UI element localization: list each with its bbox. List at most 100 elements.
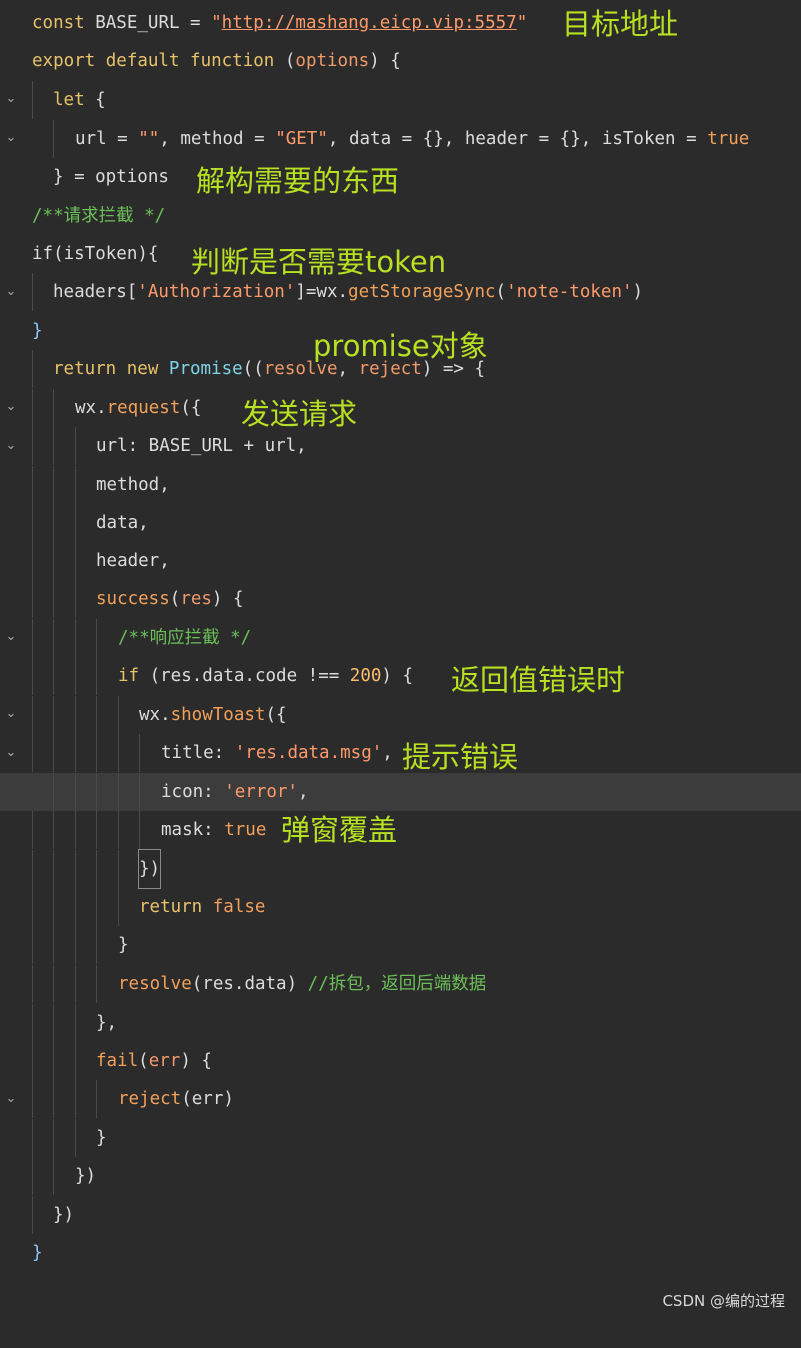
code-text: }): [75, 1166, 97, 1186]
indent-guide: [53, 580, 54, 618]
code-text: }): [53, 1205, 75, 1225]
code-editor[interactable]: const BASE_URL = "http://mashang.eicp.vi…: [0, 0, 801, 1319]
string: 'Authorization': [137, 282, 296, 302]
code-line[interactable]: }: [0, 1119, 801, 1157]
indent-guide: [32, 81, 33, 119]
indent-guide: [53, 888, 54, 926]
indent-guide: [32, 273, 33, 311]
code-text: {: [84, 90, 106, 110]
code-line[interactable]: url: BASE_URL + url,: [0, 427, 801, 465]
indent-guide: [118, 888, 119, 926]
code-line[interactable]: } = options: [0, 158, 801, 196]
parameter: res: [180, 589, 212, 609]
code-line[interactable]: ⌄ success(res) {: [0, 580, 801, 644]
indent-guide: [53, 466, 54, 504]
indent-guide: [75, 657, 76, 695]
code-text: (err): [181, 1089, 234, 1109]
code-text: ) {: [211, 589, 244, 609]
indent-guide: [118, 696, 119, 734]
code-text: wx.: [75, 398, 107, 418]
code-text: url: BASE_URL + url,: [96, 436, 307, 456]
indent-guide: [75, 1004, 76, 1042]
indent-guide: [75, 926, 76, 964]
code-text: ) {: [180, 1051, 212, 1071]
code-line[interactable]: ⌄ wx.request({: [0, 389, 801, 453]
code-line[interactable]: }: [0, 926, 801, 964]
code-line[interactable]: data,: [0, 504, 801, 542]
indent-guide: [32, 1119, 33, 1157]
code-text: data,: [96, 513, 149, 533]
indent-guide: [75, 504, 76, 542]
code-text: ,: [382, 743, 393, 763]
current-line[interactable]: icon: 'error',: [0, 773, 801, 811]
keyword: let: [53, 90, 85, 110]
code-line[interactable]: const BASE_URL = "http://mashang.eicp.vi…: [0, 4, 801, 42]
code-line[interactable]: header,: [0, 542, 801, 580]
code-line[interactable]: }: [0, 1234, 801, 1272]
indent-guide: [96, 965, 97, 1003]
code-line[interactable]: mask: true: [0, 811, 801, 849]
indent-guide: [32, 811, 33, 849]
code-text: }: [32, 321, 43, 341]
indent-guide: [75, 1119, 76, 1157]
code-line[interactable]: ⌄ wx.showToast({: [0, 696, 801, 760]
indent-guide: [75, 696, 76, 734]
code-line[interactable]: }): [0, 1157, 801, 1195]
code-line[interactable]: return false: [0, 888, 801, 926]
keyword: if: [118, 666, 140, 686]
code-line[interactable]: resolve(res.data) //拆包，返回后端数据: [0, 965, 801, 1003]
boolean: true: [707, 129, 750, 149]
code-line[interactable]: ⌄ export default function (options) {: [0, 42, 801, 106]
parameter: err: [148, 1051, 181, 1071]
indent-guide: [75, 734, 76, 772]
indent-guide: [75, 1042, 76, 1080]
string: ": [516, 13, 528, 33]
indent-guide: [96, 1080, 97, 1118]
comment: //拆包，返回后端数据: [307, 974, 487, 994]
code-text: wx.: [139, 705, 171, 725]
keyword: const: [32, 13, 85, 33]
string: 'error': [224, 782, 298, 802]
code-text: (: [138, 1051, 149, 1071]
indent-guide: [75, 965, 76, 1003]
indent-guide: [53, 1042, 54, 1080]
code-text: ({: [180, 398, 202, 418]
indent-guide: [75, 619, 76, 657]
code-text: } = options: [53, 167, 169, 187]
indent-guide: [32, 926, 33, 964]
url-link[interactable]: http://mashang.eicp.vip:5557: [222, 13, 517, 33]
string: ": [211, 13, 222, 33]
keyword: new: [116, 359, 159, 379]
code-text: (: [169, 589, 181, 609]
indent-guide: [53, 542, 54, 580]
annotation-error-return: 返回值错误时: [451, 663, 626, 697]
indent-guide: [96, 619, 97, 657]
code-line[interactable]: /**请求拦截 */: [0, 197, 801, 235]
indent-guide: [53, 965, 54, 1003]
keyword: return: [139, 897, 203, 917]
code-line[interactable]: ⌄ if (res.data.code !== 200) {: [0, 657, 801, 721]
indent-guide: [75, 888, 76, 926]
code-line[interactable]: }): [0, 1196, 801, 1234]
code-line[interactable]: reject(err): [0, 1080, 801, 1118]
indent-guide: [32, 1080, 33, 1118]
code-line[interactable]: ⌄ let {: [0, 81, 801, 145]
function-name: success: [96, 589, 170, 609]
indent-guide: [32, 504, 33, 542]
code-text: if(isToken){: [32, 244, 159, 264]
code-line[interactable]: method,: [0, 466, 801, 504]
indent-guide: [139, 734, 140, 772]
function-name: resolve: [118, 974, 192, 994]
annotation-tip-error: 提示错误: [402, 740, 519, 774]
code-text: ) {: [381, 666, 414, 686]
indent-guide: [32, 1004, 33, 1042]
indent-guide: [53, 696, 54, 734]
code-line[interactable]: },: [0, 1004, 801, 1042]
code-text: , method =: [159, 129, 276, 149]
code-line[interactable]: url = "", method = "GET", data = {}, hea…: [0, 120, 801, 158]
code-line[interactable]: }): [0, 849, 801, 889]
code-text: ((: [242, 359, 264, 379]
code-line[interactable]: title: 'res.data.msg',: [0, 734, 801, 772]
code-line[interactable]: ⌄ fail(err) {: [0, 1042, 801, 1106]
code-line[interactable]: /**响应拦截 */: [0, 619, 801, 657]
